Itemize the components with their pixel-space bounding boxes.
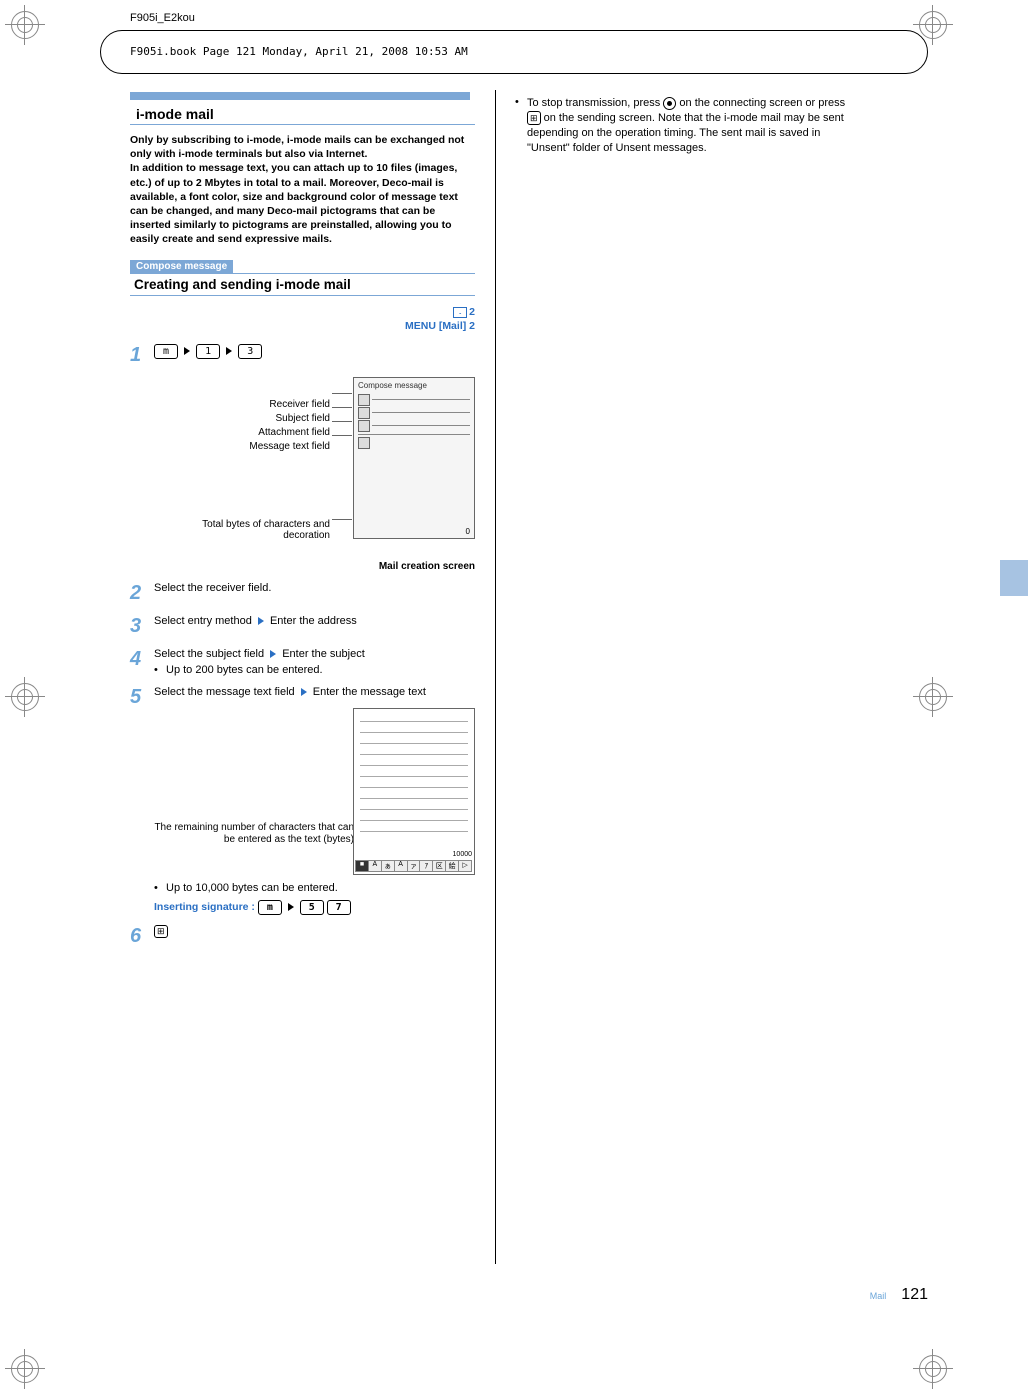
bullet-dot: • bbox=[154, 664, 166, 676]
section-title: i-mode mail bbox=[130, 100, 475, 124]
attach-field-icon bbox=[358, 420, 370, 432]
key-7: 7 bbox=[327, 900, 351, 915]
menu-path: 2 MENU [Mail] 2 bbox=[130, 306, 475, 333]
crop-mark-tl bbox=[5, 5, 45, 45]
phone-screen-text: 10000 ■ Aぁ Aァ ｱ区 絵▷ bbox=[353, 708, 475, 875]
label-total-bytes: Total bytes of characters and decoration bbox=[190, 519, 330, 541]
step-num-4: 4 bbox=[130, 648, 154, 676]
side-tab bbox=[1000, 560, 1028, 596]
msg-field-icon bbox=[358, 437, 370, 449]
step-num-5: 5 bbox=[130, 686, 154, 915]
step-num-6: 6 bbox=[130, 925, 154, 948]
phone-screen-compose: Compose message 0 bbox=[353, 377, 475, 539]
triangle-icon bbox=[184, 347, 190, 355]
subject-field-icon bbox=[358, 407, 370, 419]
step-5: 5 Select the message text field Enter th… bbox=[130, 686, 475, 915]
menu-key: m bbox=[258, 900, 282, 915]
footer-page: 121 bbox=[901, 1286, 928, 1303]
right-bullet: • To stop transmission, press on the con… bbox=[515, 96, 860, 155]
step-5a: Select the message text field bbox=[154, 686, 295, 698]
step-5b: Enter the message text bbox=[313, 686, 426, 698]
label-receiver: Receiver field bbox=[269, 399, 330, 410]
label-subject: Subject field bbox=[276, 413, 330, 424]
triangle-icon bbox=[301, 688, 307, 696]
page-footer: Mail 121 bbox=[870, 1286, 928, 1304]
send-key-icon: ⊞ bbox=[154, 925, 168, 938]
column-divider bbox=[495, 90, 496, 1264]
ins-sig-label: Inserting signature : bbox=[154, 901, 255, 913]
menu-path-1: 2 bbox=[469, 306, 475, 318]
step-num-1: 1 bbox=[130, 344, 154, 367]
input-mode-bar: ■ Aぁ Aァ ｱ区 絵▷ bbox=[356, 860, 472, 872]
byte-indicator: 0 bbox=[466, 527, 470, 536]
book-info: F905i.book Page 121 Monday, April 21, 20… bbox=[130, 45, 468, 58]
bullet-dot: • bbox=[154, 882, 166, 894]
footer-section: Mail bbox=[870, 1291, 887, 1301]
step-3a: Select entry method bbox=[154, 615, 252, 627]
step-6: 6 ⊞ bbox=[130, 925, 475, 948]
triangle-icon bbox=[270, 650, 276, 658]
key-1: 1 bbox=[196, 344, 220, 359]
receiver-field-icon bbox=[358, 394, 370, 406]
triangle-icon bbox=[258, 617, 264, 625]
label-attachment: Attachment field bbox=[258, 427, 330, 438]
label-message: Message text field bbox=[249, 441, 330, 452]
inserting-signature: Inserting signature : m 5 7 bbox=[154, 900, 475, 915]
compose-label: Compose message bbox=[130, 260, 233, 273]
remaining-chars-label: The remaining number of characters that … bbox=[154, 822, 354, 847]
crop-mark-br bbox=[913, 1349, 953, 1389]
intro-text: Only by subscribing to i-mode, i-mode ma… bbox=[130, 133, 475, 246]
step-4: 4 Select the subject field Enter the sub… bbox=[130, 648, 475, 676]
crop-mark-bl bbox=[5, 1349, 45, 1389]
step-2-text: Select the receiver field. bbox=[154, 582, 475, 605]
menu-key: m bbox=[154, 344, 178, 359]
text-entry-figure: The remaining number of characters that … bbox=[154, 708, 475, 878]
triangle-icon bbox=[226, 347, 232, 355]
char-count: 10000 bbox=[453, 851, 472, 858]
key-5: 5 bbox=[300, 900, 324, 915]
center-key-icon bbox=[663, 97, 676, 110]
mail-icon bbox=[453, 307, 467, 318]
step-4b: Enter the subject bbox=[282, 648, 365, 660]
bullet-dot: • bbox=[515, 96, 527, 155]
step-4-note: Up to 200 bytes can be entered. bbox=[166, 664, 323, 676]
section-underline bbox=[130, 124, 475, 125]
step-1: 1 m 1 3 bbox=[130, 344, 475, 367]
crop-mark-ml bbox=[5, 677, 45, 717]
step-3b: Enter the address bbox=[270, 615, 357, 627]
step-num-3: 3 bbox=[130, 615, 154, 638]
menu-path-2: MENU [Mail] 2 bbox=[405, 320, 475, 332]
step-4a: Select the subject field bbox=[154, 648, 264, 660]
screen1-caption: Mail creation screen bbox=[130, 561, 475, 572]
compose-title: Creating and sending i-mode mail bbox=[130, 274, 475, 296]
step-2: 2 Select the receiver field. bbox=[130, 582, 475, 605]
menu-key-icon: ⊞ bbox=[527, 111, 541, 125]
mail-creation-figure: Receiver field Subject field Attachment … bbox=[130, 377, 475, 557]
step-5-note: Up to 10,000 bytes can be entered. bbox=[166, 882, 338, 894]
doc-header: F905i_E2kou bbox=[130, 12, 195, 24]
key-3: 3 bbox=[238, 344, 262, 359]
triangle-icon bbox=[288, 903, 294, 911]
step-3: 3 Select entry method Enter the address bbox=[130, 615, 475, 638]
ps-title: Compose message bbox=[354, 378, 474, 393]
step-num-2: 2 bbox=[130, 582, 154, 605]
section-bar bbox=[130, 92, 470, 100]
